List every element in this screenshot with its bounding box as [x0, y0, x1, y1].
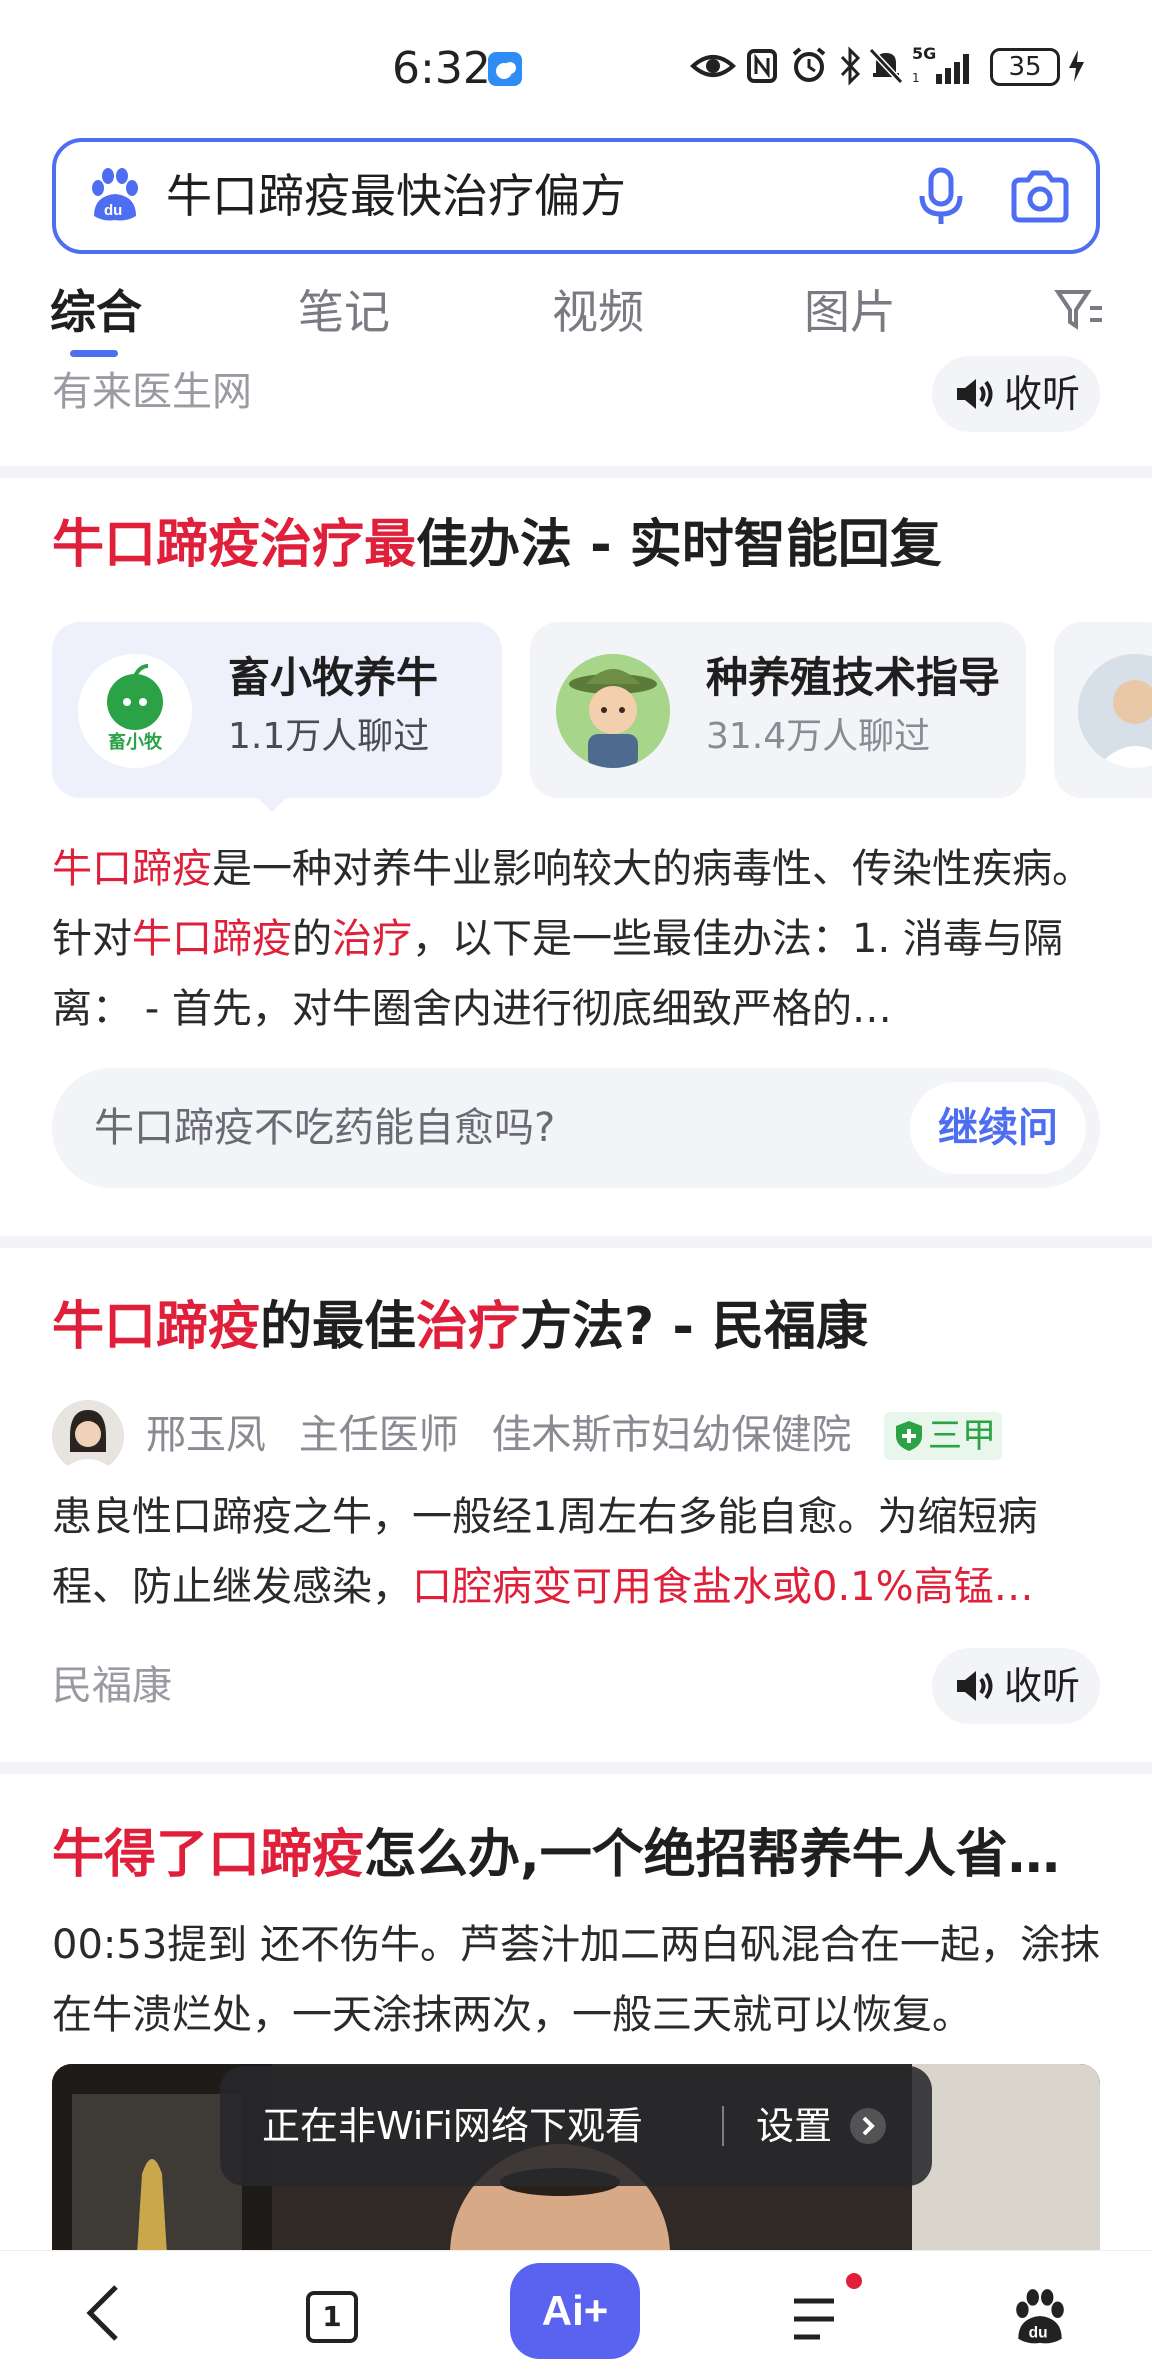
tab-video[interactable]: 视频: [552, 282, 644, 342]
bluetooth-icon: [838, 46, 862, 90]
answer-text: 的: [292, 916, 332, 962]
ai-button[interactable]: Ai+: [510, 2263, 640, 2359]
baidu-home-icon[interactable]: du: [1010, 2287, 1070, 2351]
divider: [0, 466, 1152, 478]
signal-5g-icon: 5G 1: [912, 44, 980, 88]
bottom-nav: 1 Ai+ du: [0, 2250, 1152, 2376]
title-text: 怎么办,一个绝招帮养牛人省…: [364, 1825, 1060, 1885]
title-text: 的最佳: [260, 1297, 417, 1357]
ai-label: Ai+: [541, 2287, 609, 2334]
followup-question-bar[interactable]: 牛口蹄疫不吃药能自愈吗? 继续问: [52, 1068, 1100, 1188]
author-title: 主任医师: [298, 1412, 459, 1458]
followup-question[interactable]: 牛口蹄疫不吃药能自愈吗?: [94, 1098, 555, 1158]
search-bar[interactable]: du 牛口蹄疫最快治疗偏方: [52, 138, 1100, 254]
shield-plus-icon: [896, 1421, 922, 1451]
source-label: 有来医生网: [52, 369, 252, 415]
result-source: 民福康: [52, 1663, 172, 1709]
chevron-right-icon: [850, 2108, 886, 2144]
microphone-icon[interactable]: [916, 166, 966, 230]
agent-name: 畜小牧养牛: [228, 653, 439, 702]
status-time: 6:32: [392, 43, 491, 94]
ai-answer-text[interactable]: 牛口蹄疫是一种对养牛业影响较大的病毒性、传染性疾病。针对牛口蹄疫的治疗，以下是一…: [52, 834, 1102, 1044]
continue-ask-label: 继续问: [938, 1105, 1058, 1151]
title-highlight: 牛得了口蹄疫: [52, 1825, 365, 1885]
agent-chat-count: 31.4万人聊过: [706, 716, 931, 757]
title-text: 方法? - 民福康: [520, 1297, 869, 1357]
agent-chat-count: 1.1万人聊过: [228, 716, 430, 757]
listen-label: 收听: [1004, 372, 1081, 416]
xiaomu-logo-text: 畜小牧: [108, 732, 162, 753]
badge-label: 三甲: [928, 1416, 996, 1456]
settings-label: 设置: [756, 2104, 833, 2148]
toast-message: 正在非WiFi网络下观看: [262, 2104, 643, 2148]
hospital-name: 佳木斯市妇幼保健院: [491, 1412, 852, 1458]
tabs-button[interactable]: 1: [306, 2291, 358, 2343]
svg-text:du: du: [1029, 2325, 1048, 2342]
result-snippet[interactable]: 患良性口蹄疫之牛，一般经1周左右多能自愈。为缩短病程、防止继发感染，口腔病变可用…: [52, 1482, 1102, 1622]
menu-icon[interactable]: [790, 2291, 846, 2351]
svg-text:du: du: [104, 202, 122, 219]
baidu-paw-icon: du: [86, 166, 144, 228]
network-warning-toast: 正在非WiFi网络下观看 设置: [220, 2066, 932, 2186]
svg-text:1: 1: [912, 71, 920, 85]
toast-divider: [722, 2106, 724, 2146]
agent-name: 种养殖技术指导: [706, 653, 1001, 702]
doctor-avatar: [1078, 654, 1152, 768]
nfc-icon: [746, 48, 778, 88]
ai-card-title[interactable]: 牛口蹄疫治疗最佳办法 - 实时智能回复: [52, 512, 942, 578]
result-title[interactable]: 牛得了口蹄疫怎么办,一个绝招帮养牛人省…: [52, 1822, 1060, 1888]
search-input[interactable]: 牛口蹄疫最快治疗偏方: [166, 168, 626, 224]
agent-card-zhongyangzhi[interactable]: 种养殖技术指导 31.4万人聊过: [530, 622, 1026, 798]
farmer-avatar: [556, 654, 670, 768]
hospital-grade-badge: 三甲: [884, 1412, 1002, 1460]
eye-icon: [690, 50, 736, 86]
battery-icon: 35: [990, 48, 1060, 86]
author-line: 邢玉凤 主任医师 佳木斯市妇幼保健院: [146, 1406, 851, 1464]
tab-count: 1: [322, 2300, 342, 2333]
title-highlight: 牛口蹄疫治疗最: [52, 515, 417, 575]
agent-card-doctor[interactable]: [1054, 622, 1152, 798]
title-highlight: 治疗: [416, 1297, 521, 1357]
camera-icon[interactable]: [1010, 168, 1070, 228]
answer-highlight: 治疗: [332, 916, 412, 962]
answer-highlight: 牛口蹄疫: [52, 846, 212, 892]
listen-label: 收听: [1004, 1664, 1081, 1708]
divider: [0, 1762, 1152, 1774]
charging-icon: [1066, 48, 1086, 88]
back-icon[interactable]: [80, 2281, 130, 2349]
snippet-highlight: 口腔病变可用食盐水或0.1%高锰…: [412, 1564, 1034, 1610]
doctor-avatar: [52, 1400, 124, 1472]
notification-dot: [846, 2273, 862, 2289]
settings-link[interactable]: 设置: [756, 2096, 906, 2156]
tab-images[interactable]: 图片: [804, 282, 896, 342]
alarm-icon: [790, 46, 828, 88]
active-tab-indicator: [70, 350, 118, 357]
speaker-icon: [957, 379, 993, 409]
title-highlight: 牛口蹄疫: [52, 1297, 261, 1357]
continue-ask-button[interactable]: 继续问: [910, 1082, 1086, 1174]
divider: [0, 1236, 1152, 1248]
listen-button[interactable]: 收听: [932, 1648, 1100, 1724]
author-name: 邢玉凤: [146, 1412, 266, 1458]
result-snippet[interactable]: 00:53提到 还不伤牛。芦荟汁加二两白矾混合在一起，涂抹在牛溃烂处，一天涂抹两…: [52, 1910, 1102, 2050]
tab-all[interactable]: 综合: [50, 282, 142, 342]
status-bar: 6:32 5G 1 35: [0, 0, 1152, 135]
xiaomu-logo: 畜小牧: [78, 654, 192, 768]
agent-card-xiaomu[interactable]: 畜小牧 畜小牧养牛 1.1万人聊过: [52, 622, 502, 798]
agent-pointer: [256, 796, 288, 812]
filter-icon[interactable]: [1054, 286, 1104, 338]
listen-button[interactable]: 收听: [932, 356, 1100, 432]
answer-highlight: 牛口蹄疫: [132, 916, 292, 962]
mute-bell-icon: [868, 46, 904, 90]
title-rest: 佳办法 - 实时智能回复: [416, 515, 942, 575]
tab-notes[interactable]: 笔记: [298, 282, 390, 342]
result-title[interactable]: 牛口蹄疫的最佳治疗方法? - 民福康: [52, 1294, 868, 1360]
weather-app-icon: [488, 52, 522, 86]
speaker-icon: [957, 1671, 993, 1701]
battery-level: 35: [1008, 52, 1042, 82]
